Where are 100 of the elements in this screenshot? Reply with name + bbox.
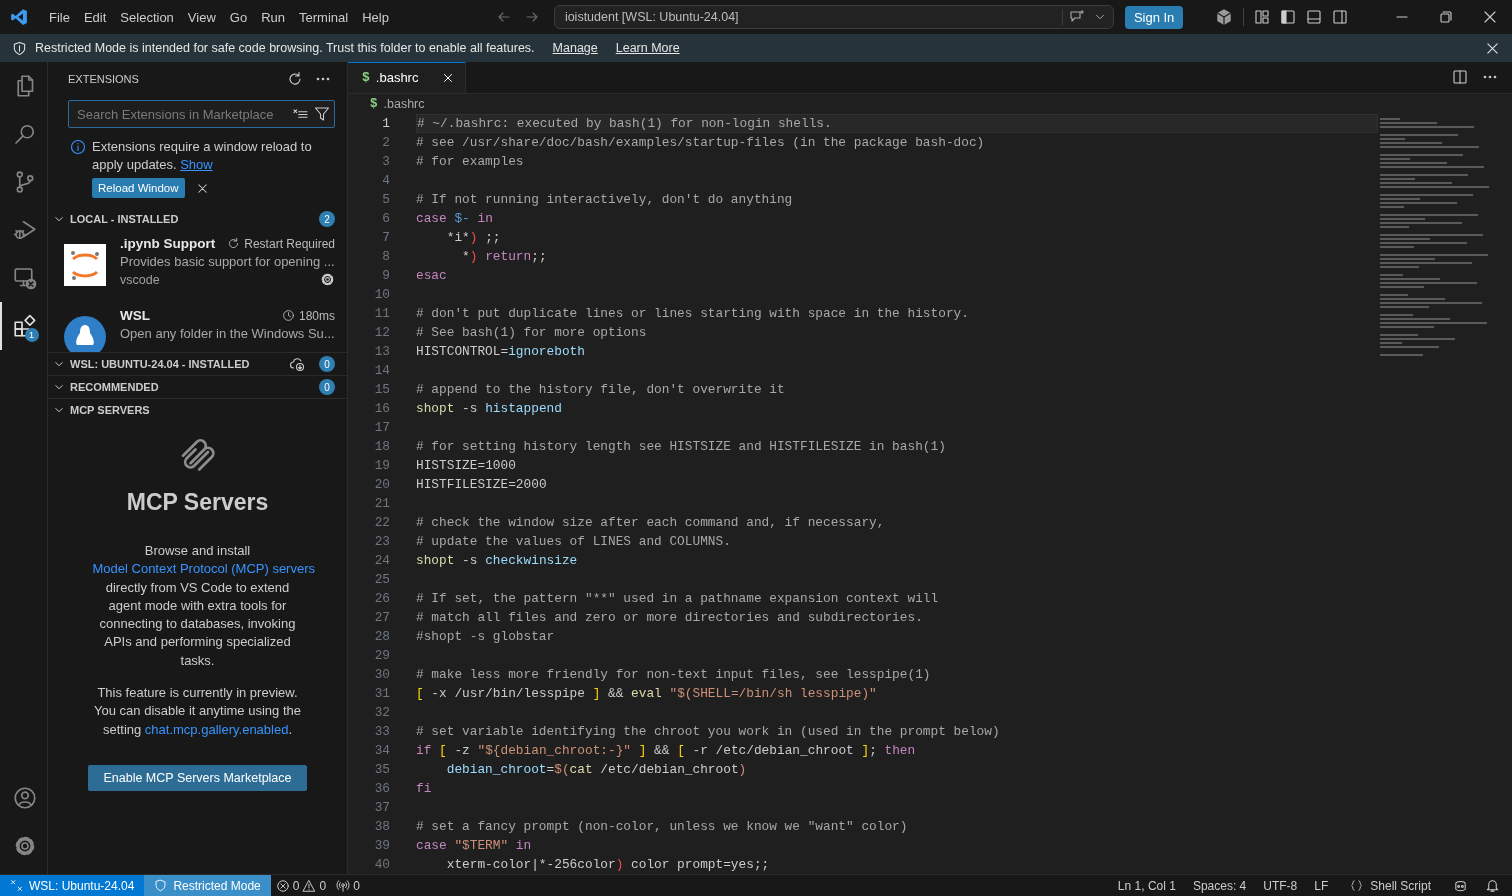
line-number: 27 <box>373 610 390 625</box>
line-number: 22 <box>373 515 390 530</box>
line-number: 40 <box>373 857 390 872</box>
menu-item[interactable]: Selection <box>113 9 181 25</box>
code-line: xterm-color|*-256color) color prompt=yes;; <box>445 856 771 874</box>
close-icon[interactable] <box>1485 40 1500 56</box>
braces-icon <box>1350 879 1364 892</box>
line-number: 36 <box>373 781 390 796</box>
mcp-title: MCP Servers <box>126 489 269 516</box>
history-icon <box>281 309 295 322</box>
extension-status: Restart Required <box>244 236 335 251</box>
line-number: 39 <box>373 838 390 853</box>
menu-item[interactable]: Terminal <box>292 9 356 25</box>
code-line: shopt -s histappend <box>416 400 563 418</box>
app-logo-icon <box>10 8 28 26</box>
line-number: 19 <box>373 458 390 473</box>
code-line: HISTSIZE=1000 <box>416 457 517 475</box>
line-number: 38 <box>373 819 390 834</box>
layout-icon[interactable] <box>1254 9 1270 25</box>
code-line: [ -x /usr/bin/lesspipe ] && eval "$(SHELL=/bin/sh lesspipe)" <box>416 685 878 703</box>
shield-icon <box>154 879 168 892</box>
menu-item[interactable]: Help <box>355 9 396 25</box>
section-title: LOCAL - INSTALLED <box>70 213 179 225</box>
settings-icon[interactable] <box>320 272 335 287</box>
cloud-download-icon[interactable] <box>289 356 305 372</box>
editor-tab[interactable]: $ .bashrc <box>348 62 466 93</box>
line-number: 17 <box>373 420 390 435</box>
menu-item[interactable]: File <box>42 9 77 25</box>
banner-link[interactable]: Learn More <box>615 41 680 55</box>
line-number: 28 <box>373 629 390 644</box>
info-icon <box>70 139 86 155</box>
search-field[interactable]: Search Extensions in Marketplace <box>68 100 335 128</box>
code-line: # match all files and zero or more directories and subdirectories. <box>416 609 924 627</box>
code-line: debian_chroot=$(cat /etc/debian_chroot) <box>445 761 748 779</box>
line-number: 35 <box>373 762 390 777</box>
line-number: 14 <box>373 363 390 378</box>
code-line: HISTCONTROL=ignoreboth <box>416 343 586 361</box>
code-line: *i*) ;; <box>445 229 502 247</box>
menu-item[interactable]: Run <box>254 9 292 25</box>
enable-marketplace-button[interactable]: Enable MCP Servers Marketplace <box>88 764 307 791</box>
refresh-icon[interactable] <box>287 71 303 87</box>
notification-badge: 1 <box>24 328 39 342</box>
line-number: 18 <box>373 439 390 454</box>
show-link[interactable]: Show <box>180 157 213 172</box>
warning-icon <box>302 878 317 893</box>
code-line: # for examples <box>416 153 525 171</box>
code-line: # for setting history length see HISTSIZE and HISTFILESIZE in bash(1) <box>416 438 947 456</box>
menu-item[interactable]: Edit <box>76 9 114 25</box>
split-editor-icon[interactable] <box>1452 69 1468 86</box>
ports-indicator[interactable]: 0 <box>331 878 365 893</box>
line-number: 32 <box>373 705 390 720</box>
line-number: 13 <box>373 344 390 359</box>
primary-sidebar-icon[interactable] <box>1280 9 1296 25</box>
count-badge: 0 <box>319 356 335 372</box>
notebook-logo-icon <box>64 244 106 286</box>
extension-item[interactable]: WSL 180ms Open any folder in the Windows Su... <box>48 302 347 352</box>
line-number: 37 <box>373 800 390 815</box>
problems-indicator[interactable]: 0 0 <box>270 878 332 893</box>
cube-icon[interactable] <box>1215 8 1233 26</box>
sign-in-button[interactable]: Sign In <box>1124 5 1184 29</box>
line-number: 15 <box>373 382 390 397</box>
code-line: case "$TERM" in <box>416 837 533 855</box>
restricted-mode-indicator[interactable]: Restricted Mode <box>144 874 271 896</box>
broadcast-icon <box>336 878 351 893</box>
code-line: # See bash(1) for more options <box>416 324 648 342</box>
line-number: 25 <box>373 572 390 587</box>
breadcrumb[interactable]: $ .bashrc <box>348 93 1512 114</box>
extension-item[interactable]: .ipynb Support Restart Required Provides basic support for opening ... vscode <box>48 230 347 302</box>
close-icon[interactable] <box>1482 9 1498 25</box>
line-number: 12 <box>373 325 390 340</box>
menu-item[interactable]: Go <box>222 9 255 25</box>
cursor-position[interactable]: Ln 1, Col 1 <box>1117 878 1176 893</box>
language-mode[interactable]: Shell Script <box>1345 878 1436 893</box>
filter-icon[interactable] <box>314 106 330 122</box>
command-center[interactable]: ioistudent [WSL: Ubuntu-24.04] <box>553 5 1114 29</box>
reload-window-button[interactable]: Reload Window <box>92 178 185 198</box>
code-line: # check the window size after each command and, if necessary, <box>416 514 886 532</box>
line-number: 31 <box>373 686 390 701</box>
indentation[interactable]: Spaces: 4 <box>1192 878 1247 893</box>
line-number: 7 <box>381 230 390 245</box>
menu-item[interactable]: View <box>180 9 223 25</box>
restart-icon <box>227 237 241 250</box>
secondary-sidebar-icon[interactable] <box>1332 9 1348 25</box>
code-line: shopt -s checkwinsize <box>416 552 579 570</box>
restore-icon[interactable] <box>1438 9 1454 25</box>
encoding[interactable]: UTF-8 <box>1263 878 1298 893</box>
panel-icon[interactable] <box>1306 9 1322 25</box>
code-line: *) return;; <box>461 248 548 266</box>
line-ending[interactable]: LF <box>1314 878 1329 893</box>
banner-link[interactable]: Manage <box>552 41 598 55</box>
search-input[interactable]: Search Extensions in Marketplace <box>75 105 287 123</box>
remote-indicator[interactable]: WSL: Ubuntu-24.04 <box>0 874 145 896</box>
reload-notice: Extensions require a window reload to apply updates. Show <box>92 138 313 174</box>
setting-link[interactable]: Model Context Protocol (MCP) servers <box>92 561 315 577</box>
section-title: WSL: UBUNTU-24.04 - INSTALLED <box>70 358 250 370</box>
code-line: # If not running interactively, don't do anything <box>416 191 794 209</box>
line-number: 11 <box>373 306 390 321</box>
bell-icon[interactable] <box>1485 878 1500 893</box>
line-number: 24 <box>373 553 390 568</box>
search-icon <box>12 122 37 146</box>
